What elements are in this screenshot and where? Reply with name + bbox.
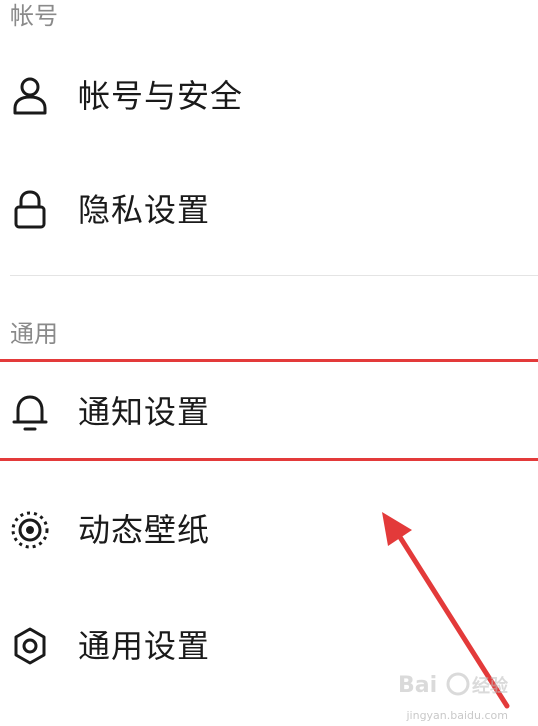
section-divider <box>10 275 538 276</box>
lock-icon <box>10 190 50 230</box>
settings-item-label: 通知设置 <box>78 393 211 431</box>
settings-item-notifications[interactable]: 通知设置 <box>0 364 538 460</box>
svg-text:经验: 经验 <box>472 675 509 697</box>
svg-text:Bai: Bai <box>398 673 437 698</box>
highlight-box-bottom <box>0 458 538 461</box>
settings-item-label: 动态壁纸 <box>78 511 211 549</box>
section-header-general: 通用 <box>10 320 58 348</box>
settings-item-dynamic-wallpaper[interactable]: 动态壁纸 <box>0 482 538 578</box>
section-header-account: 帐号 <box>10 2 58 30</box>
gear-icon <box>10 626 50 666</box>
settings-item-label: 通用设置 <box>78 627 211 665</box>
user-icon <box>10 76 50 116</box>
dynamic-wallpaper-icon <box>10 510 50 550</box>
watermark-subtext: jingyan.baidu.com <box>406 709 508 722</box>
settings-item-label: 帐号与安全 <box>78 77 244 115</box>
settings-item-label: 隐私设置 <box>78 191 211 229</box>
settings-item-privacy[interactable]: 隐私设置 <box>0 162 538 258</box>
bell-icon <box>10 392 50 432</box>
highlight-box-top <box>0 359 538 362</box>
settings-item-account-security[interactable]: 帐号与安全 <box>0 48 538 144</box>
baidu-watermark-logo: Bai 经验 <box>398 672 509 698</box>
